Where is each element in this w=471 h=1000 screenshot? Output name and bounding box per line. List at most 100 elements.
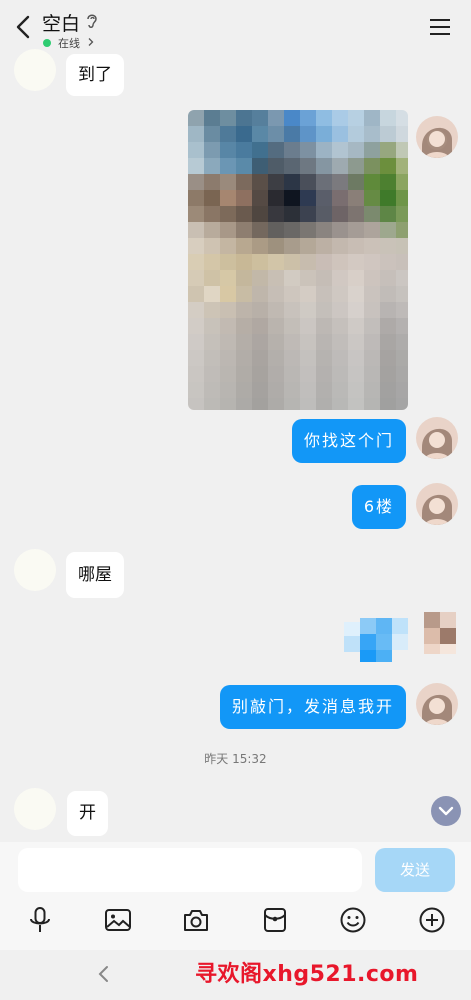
- photo-pixel: [396, 222, 408, 238]
- nav-back-icon[interactable]: [96, 963, 112, 985]
- photo-pixel: [236, 206, 252, 222]
- photo-pixel: [316, 302, 332, 318]
- photo-pixel: [316, 206, 332, 222]
- photo-pixel: [204, 174, 220, 190]
- photo-pixel: [380, 190, 396, 206]
- message-bubble[interactable]: 开: [67, 791, 108, 836]
- photo-pixel: [380, 270, 396, 286]
- contact-name[interactable]: 空白: [42, 9, 80, 36]
- photo-pixel: [204, 318, 220, 334]
- photo-pixel: [284, 398, 300, 410]
- photo-pixel: [348, 110, 364, 126]
- photo-pixel: [268, 398, 284, 410]
- photo-pixel: [380, 206, 396, 222]
- message-bubble[interactable]: 6楼: [351, 485, 406, 529]
- photo-pixel: [380, 142, 396, 158]
- scroll-to-bottom-button[interactable]: [431, 796, 461, 826]
- photo-pixel: [300, 254, 316, 270]
- photo-pixel: [268, 302, 284, 318]
- photo-pixel: [188, 254, 204, 270]
- photo-pixel: [268, 334, 284, 350]
- emoji-icon[interactable]: [339, 906, 367, 934]
- photo-pixel: [188, 334, 204, 350]
- photo-pixel: [204, 110, 220, 126]
- camera-icon[interactable]: [182, 906, 210, 934]
- image-icon[interactable]: [104, 906, 132, 934]
- photo-pixel: [332, 206, 348, 222]
- photo-pixel: [396, 254, 408, 270]
- photo-pixel: [300, 126, 316, 142]
- photo-pixel: [252, 142, 268, 158]
- photo-pixel: [396, 190, 408, 206]
- photo-pixel: [220, 382, 236, 398]
- photo-pixel: [188, 142, 204, 158]
- photo-pixel: [284, 334, 300, 350]
- photo-pixel: [220, 174, 236, 190]
- photo-pixel: [364, 174, 380, 190]
- photo-pixel: [188, 126, 204, 142]
- contact-avatar[interactable]: [14, 549, 56, 591]
- user-avatar[interactable]: [416, 612, 458, 654]
- message-bubble[interactable]: 别敲门，发消息我开: [219, 685, 406, 729]
- message-bubble[interactable]: 哪屋: [66, 552, 124, 598]
- photo-pixel: [220, 366, 236, 382]
- photo-pixel: [188, 286, 204, 302]
- photo-pixel: [396, 238, 408, 254]
- photo-pixel: [396, 350, 408, 366]
- photo-pixel: [236, 142, 252, 158]
- photo-pixel: [236, 238, 252, 254]
- photo-pixel: [268, 142, 284, 158]
- photo-pixel: [220, 158, 236, 174]
- photo-pixel: [332, 382, 348, 398]
- photo-pixel: [220, 190, 236, 206]
- photo-pixel: [316, 190, 332, 206]
- photo-pixel: [364, 286, 380, 302]
- online-status-text[interactable]: 在线: [58, 35, 80, 51]
- photo-pixel: [348, 398, 364, 410]
- message-bubble[interactable]: 到了: [66, 54, 124, 96]
- send-button[interactable]: 发送: [375, 848, 455, 892]
- photo-pixel: [332, 174, 348, 190]
- photo-pixel: [236, 286, 252, 302]
- user-avatar[interactable]: [416, 483, 458, 525]
- message-bubble[interactable]: 你找这个门: [291, 419, 406, 463]
- microphone-icon[interactable]: [26, 906, 54, 934]
- photo-pixel: [396, 366, 408, 382]
- chevron-right-icon[interactable]: [86, 37, 95, 47]
- photo-message[interactable]: [188, 110, 408, 410]
- photo-pixel: [252, 126, 268, 142]
- photo-pixel: [300, 302, 316, 318]
- photo-pixel: [380, 366, 396, 382]
- menu-icon[interactable]: [428, 16, 452, 38]
- photo-pixel: [252, 382, 268, 398]
- photo-pixel: [316, 366, 332, 382]
- photo-pixel: [364, 318, 380, 334]
- photo-pixel: [220, 206, 236, 222]
- photo-pixel: [332, 366, 348, 382]
- photo-pixel: [348, 190, 364, 206]
- photo-pixel: [300, 270, 316, 286]
- user-avatar[interactable]: [416, 116, 458, 158]
- user-avatar[interactable]: [416, 683, 458, 725]
- photo-pixel: [236, 382, 252, 398]
- image-message[interactable]: [344, 612, 408, 662]
- photo-pixel: [252, 206, 268, 222]
- photo-pixel: [316, 158, 332, 174]
- contact-avatar[interactable]: [14, 788, 56, 830]
- photo-pixel: [284, 254, 300, 270]
- contact-avatar[interactable]: [14, 49, 56, 91]
- photo-pixel: [236, 222, 252, 238]
- user-avatar[interactable]: [416, 417, 458, 459]
- photo-pixel: [188, 318, 204, 334]
- photo-pixel: [236, 270, 252, 286]
- photo-pixel: [252, 158, 268, 174]
- photo-pixel: [396, 318, 408, 334]
- message-input[interactable]: [18, 848, 362, 892]
- red-packet-icon[interactable]: [261, 906, 289, 934]
- plus-icon[interactable]: [418, 906, 446, 934]
- photo-pixel: [284, 190, 300, 206]
- back-arrow-icon[interactable]: [10, 12, 36, 42]
- photo-pixel: [396, 158, 408, 174]
- photo-pixel: [364, 190, 380, 206]
- photo-pixel: [284, 110, 300, 126]
